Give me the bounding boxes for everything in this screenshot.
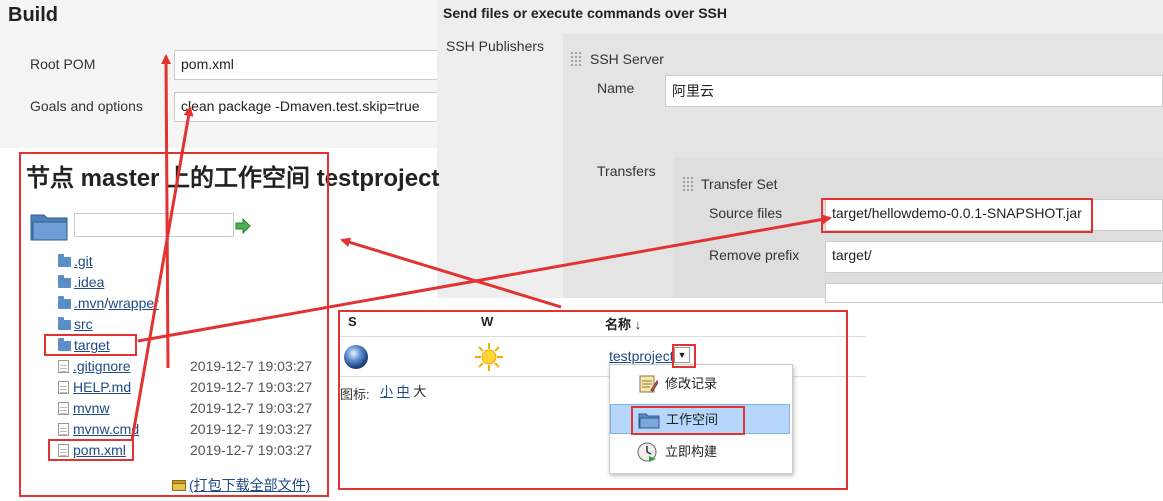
arrow-to-rootpom-input xyxy=(161,54,172,369)
arrow-target-to-sourcefiles xyxy=(137,214,832,343)
annotation-arrows xyxy=(130,54,832,441)
arrow-joblist-to-workspace xyxy=(340,237,562,309)
arrow-pom-to-rootpom xyxy=(130,106,194,441)
